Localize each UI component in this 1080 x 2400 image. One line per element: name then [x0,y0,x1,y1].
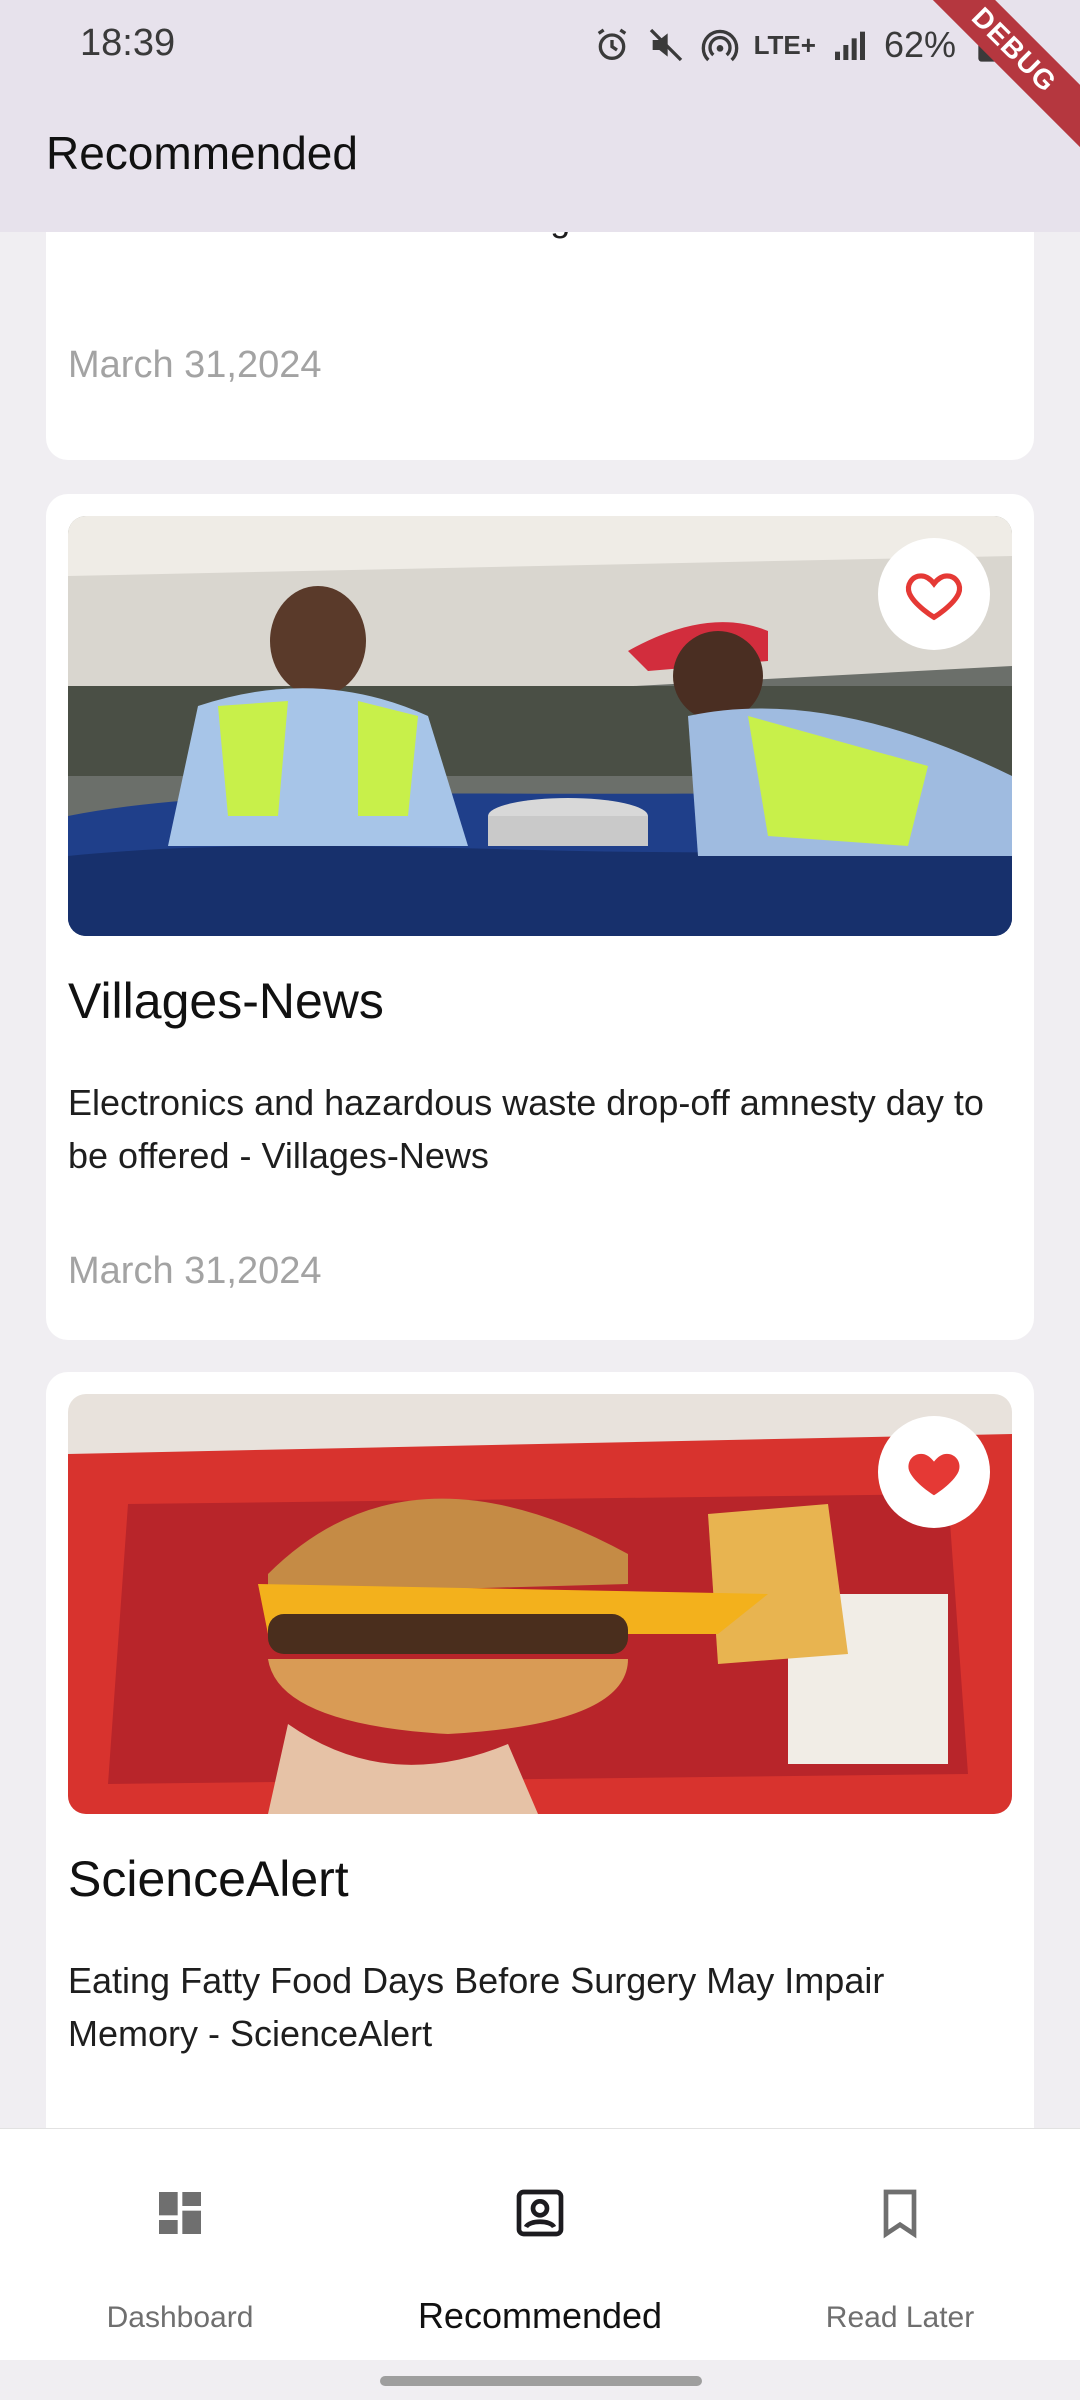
article-image [68,1394,1012,1814]
nav-item-dashboard[interactable]: Dashboard [0,2129,360,2361]
nav-item-read-later[interactable]: Read Later [720,2129,1080,2361]
heart-outline-icon [905,573,963,621]
nav-label: Read Later [825,2301,975,2334]
article-feed[interactable]: fluctuations amid climate change - CNN M… [0,232,1080,2128]
home-indicator[interactable] [380,2376,702,2386]
article-headline: Eating Fatty Food Days Before Surgery Ma… [68,1960,885,2054]
article-source: Villages-News [68,973,384,1029]
favorite-button[interactable] [878,538,990,650]
dashboard-icon [152,2185,208,2241]
article-card[interactable]: ScienceAlert Eating Fatty Food Days Befo… [46,1372,1034,2128]
article-date: March 31,2024 [68,1250,322,1292]
heart-filled-icon [908,1453,960,1496]
article-card[interactable]: fluctuations amid climate change - CNN M… [46,232,1034,460]
article-date: March 31,2024 [68,344,322,386]
bookmark-icon [872,2185,928,2241]
status-icons: LTE+ 62% [592,22,1010,68]
portrait-icon [512,2185,568,2241]
status-bar: 18:39 LTE+ 62% [0,0,1080,90]
hotspot-icon [700,25,740,65]
bottom-navigation: Dashboard Recommended Read Later [0,2128,1080,2361]
article-headline: fluctuations amid climate change - CNN [68,232,1008,245]
nav-label: Recommended [417,2295,663,2336]
mute-icon [646,25,686,65]
page-title: Recommended [46,127,358,179]
favorite-button[interactable] [878,1416,990,1528]
nav-label: Dashboard [106,2301,254,2334]
network-type: LTE+ [753,29,816,60]
article-card[interactable]: Villages-News Electronics and hazardous … [46,494,1034,1340]
status-time: 18:39 [80,22,176,64]
alarm-icon [592,25,632,65]
nav-item-recommended[interactable]: Recommended [360,2129,720,2361]
app-bar: 18:39 LTE+ 62% Recommended DEBUG [0,0,1080,232]
article-headline: Electronics and hazardous waste drop-off… [68,1082,984,1176]
signal-icon [830,25,870,65]
article-image [68,516,1012,936]
article-source: ScienceAlert [68,1851,349,1907]
battery-percent: 62% [883,24,956,65]
